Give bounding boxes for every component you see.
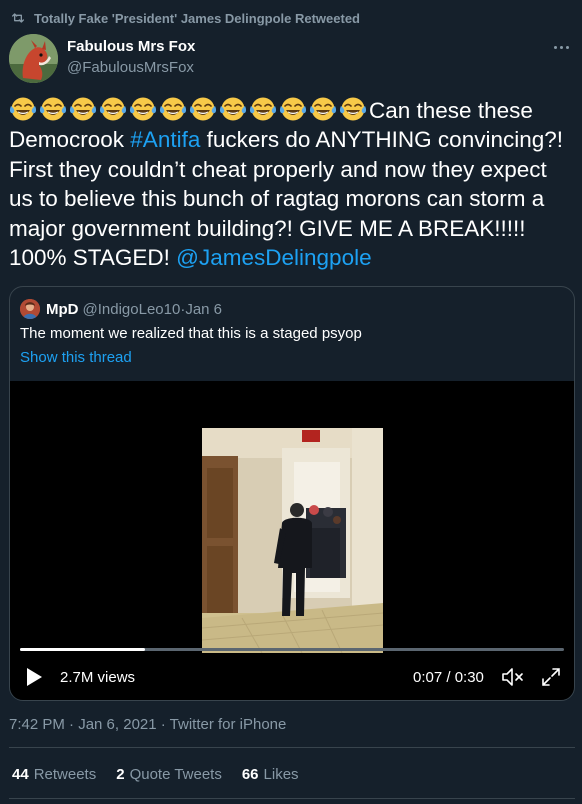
fullscreen-icon[interactable] [540, 666, 562, 688]
tears-of-joy-icon [219, 97, 247, 121]
quoted-tweet-card[interactable]: MpD @IndigoLeo10 · Jan 6 The moment we r… [9, 286, 575, 701]
author-handle[interactable]: @FabulousMrsFox [67, 58, 195, 78]
show-thread-link[interactable]: Show this thread [20, 349, 132, 366]
tweet-text: Can these these Democrook #Antifa fucker… [9, 96, 575, 272]
quote-author-handle[interactable]: @IndigoLeo10 [83, 301, 181, 318]
quote-tweets-label: Quote Tweets [129, 766, 222, 783]
retweeted-by-link[interactable]: Totally Fake 'President' James Delingpol… [34, 11, 360, 26]
tweet-timestamp[interactable]: 7:42 PM · Jan 6, 2021 · Twitter for iPho… [9, 716, 286, 733]
retweets-label: Retweets [33, 766, 97, 783]
retweets-count: 44 [12, 766, 29, 783]
tears-of-joy-icon [9, 97, 37, 121]
tears-of-joy-icon [339, 97, 367, 121]
mute-icon[interactable] [500, 666, 524, 688]
author-display-name[interactable]: Fabulous Mrs Fox [67, 38, 195, 56]
tears-of-joy-icon [159, 97, 187, 121]
likes-count: 66 [241, 766, 259, 783]
mention-link[interactable]: @JamesDelingpole [176, 245, 371, 270]
video-progress-fill [20, 648, 146, 651]
tears-of-joy-icon [39, 97, 67, 121]
tears-of-joy-icon [189, 97, 217, 121]
tears-of-joy-icon [309, 97, 337, 121]
tears-of-joy-icon [279, 97, 307, 121]
retweet-icon [12, 13, 24, 23]
tears-of-joy-icon [69, 97, 97, 121]
tears-of-joy-icon [129, 97, 157, 121]
video-view-count: 2.7M views [60, 669, 136, 686]
author-avatar[interactable] [9, 34, 58, 83]
video-player[interactable]: 2.7M views 0:07 / 0:30 [10, 381, 574, 700]
likes-label: Likes [263, 766, 299, 783]
retweet-header: Totally Fake 'President' James Delingpol… [10, 8, 360, 28]
engagement-stats: 44 Retweets 2 Quote Tweets 66 Likes [12, 766, 319, 783]
divider [9, 747, 575, 748]
retweets-stat[interactable]: 44 Retweets [12, 766, 96, 783]
quote-author-name[interactable]: MpD [46, 301, 79, 318]
emoji-row [9, 97, 369, 123]
play-icon[interactable] [25, 667, 43, 687]
quote-tweets-count: 2 [116, 766, 125, 783]
quote-date[interactable]: Jan 6 [185, 301, 222, 318]
video-progress-bar[interactable] [20, 648, 564, 651]
hashtag-link[interactable]: #Antifa [130, 127, 200, 152]
tears-of-joy-icon [249, 97, 277, 121]
quote-author-avatar[interactable] [20, 299, 40, 319]
divider [9, 798, 575, 799]
more-options-button[interactable] [550, 38, 572, 56]
quote-text: The moment we realized that this is a st… [20, 325, 362, 342]
quote-tweets-stat[interactable]: 2 Quote Tweets [116, 766, 222, 783]
likes-stat[interactable]: 66 Likes [242, 766, 299, 783]
tears-of-joy-icon [99, 97, 127, 121]
video-time: 0:07 / 0:30 [413, 669, 484, 686]
video-thumbnail[interactable] [202, 428, 383, 653]
